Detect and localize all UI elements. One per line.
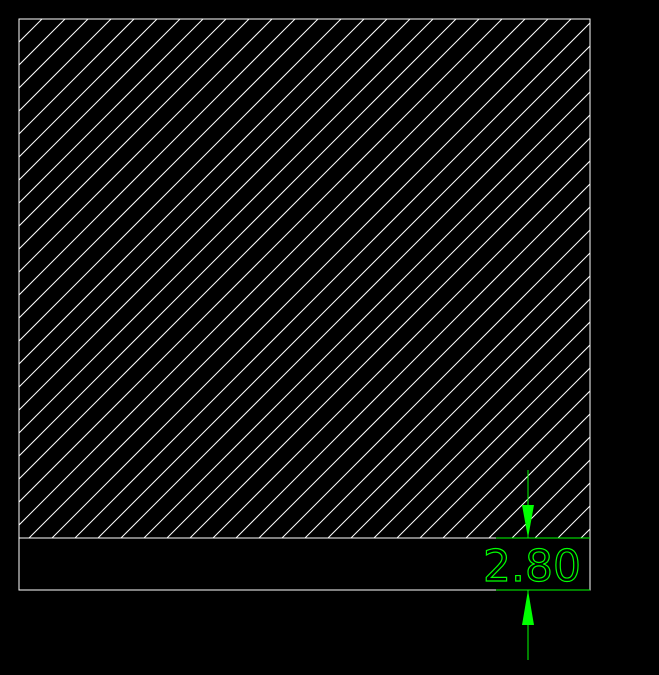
dimension-value-label: 2.80 xyxy=(483,541,581,592)
dimension-arrow-up xyxy=(522,590,534,625)
hatch-line xyxy=(19,19,273,273)
hatch-pattern xyxy=(19,19,659,538)
hatch-line xyxy=(28,19,549,538)
hatch-line xyxy=(19,19,227,227)
hatch-line xyxy=(604,19,659,538)
hatch-line xyxy=(212,160,590,538)
hatch-line xyxy=(580,528,590,538)
hatch-line xyxy=(74,22,590,538)
hatch-line xyxy=(51,19,572,538)
hatch-line xyxy=(19,19,135,135)
hatch-line xyxy=(396,344,590,538)
part-outline xyxy=(18,18,591,591)
cad-drawing-canvas: 2.80 xyxy=(0,0,659,675)
dimension-arrow-down xyxy=(522,505,534,538)
hatch-line xyxy=(534,482,590,538)
hatch-line xyxy=(557,505,590,538)
hatch-line xyxy=(488,436,590,538)
hatch-line xyxy=(19,19,20,20)
hatch-line xyxy=(97,45,590,538)
hatch-line xyxy=(19,19,457,457)
hatch-line xyxy=(258,206,590,538)
hatch-line xyxy=(19,19,89,89)
cad-drawing: 2.80 xyxy=(18,18,659,660)
hatch-line xyxy=(19,19,526,526)
hatch-line xyxy=(19,19,319,319)
hatch-line xyxy=(350,298,590,538)
hatch-line xyxy=(120,68,590,538)
hatch-line xyxy=(19,19,158,158)
